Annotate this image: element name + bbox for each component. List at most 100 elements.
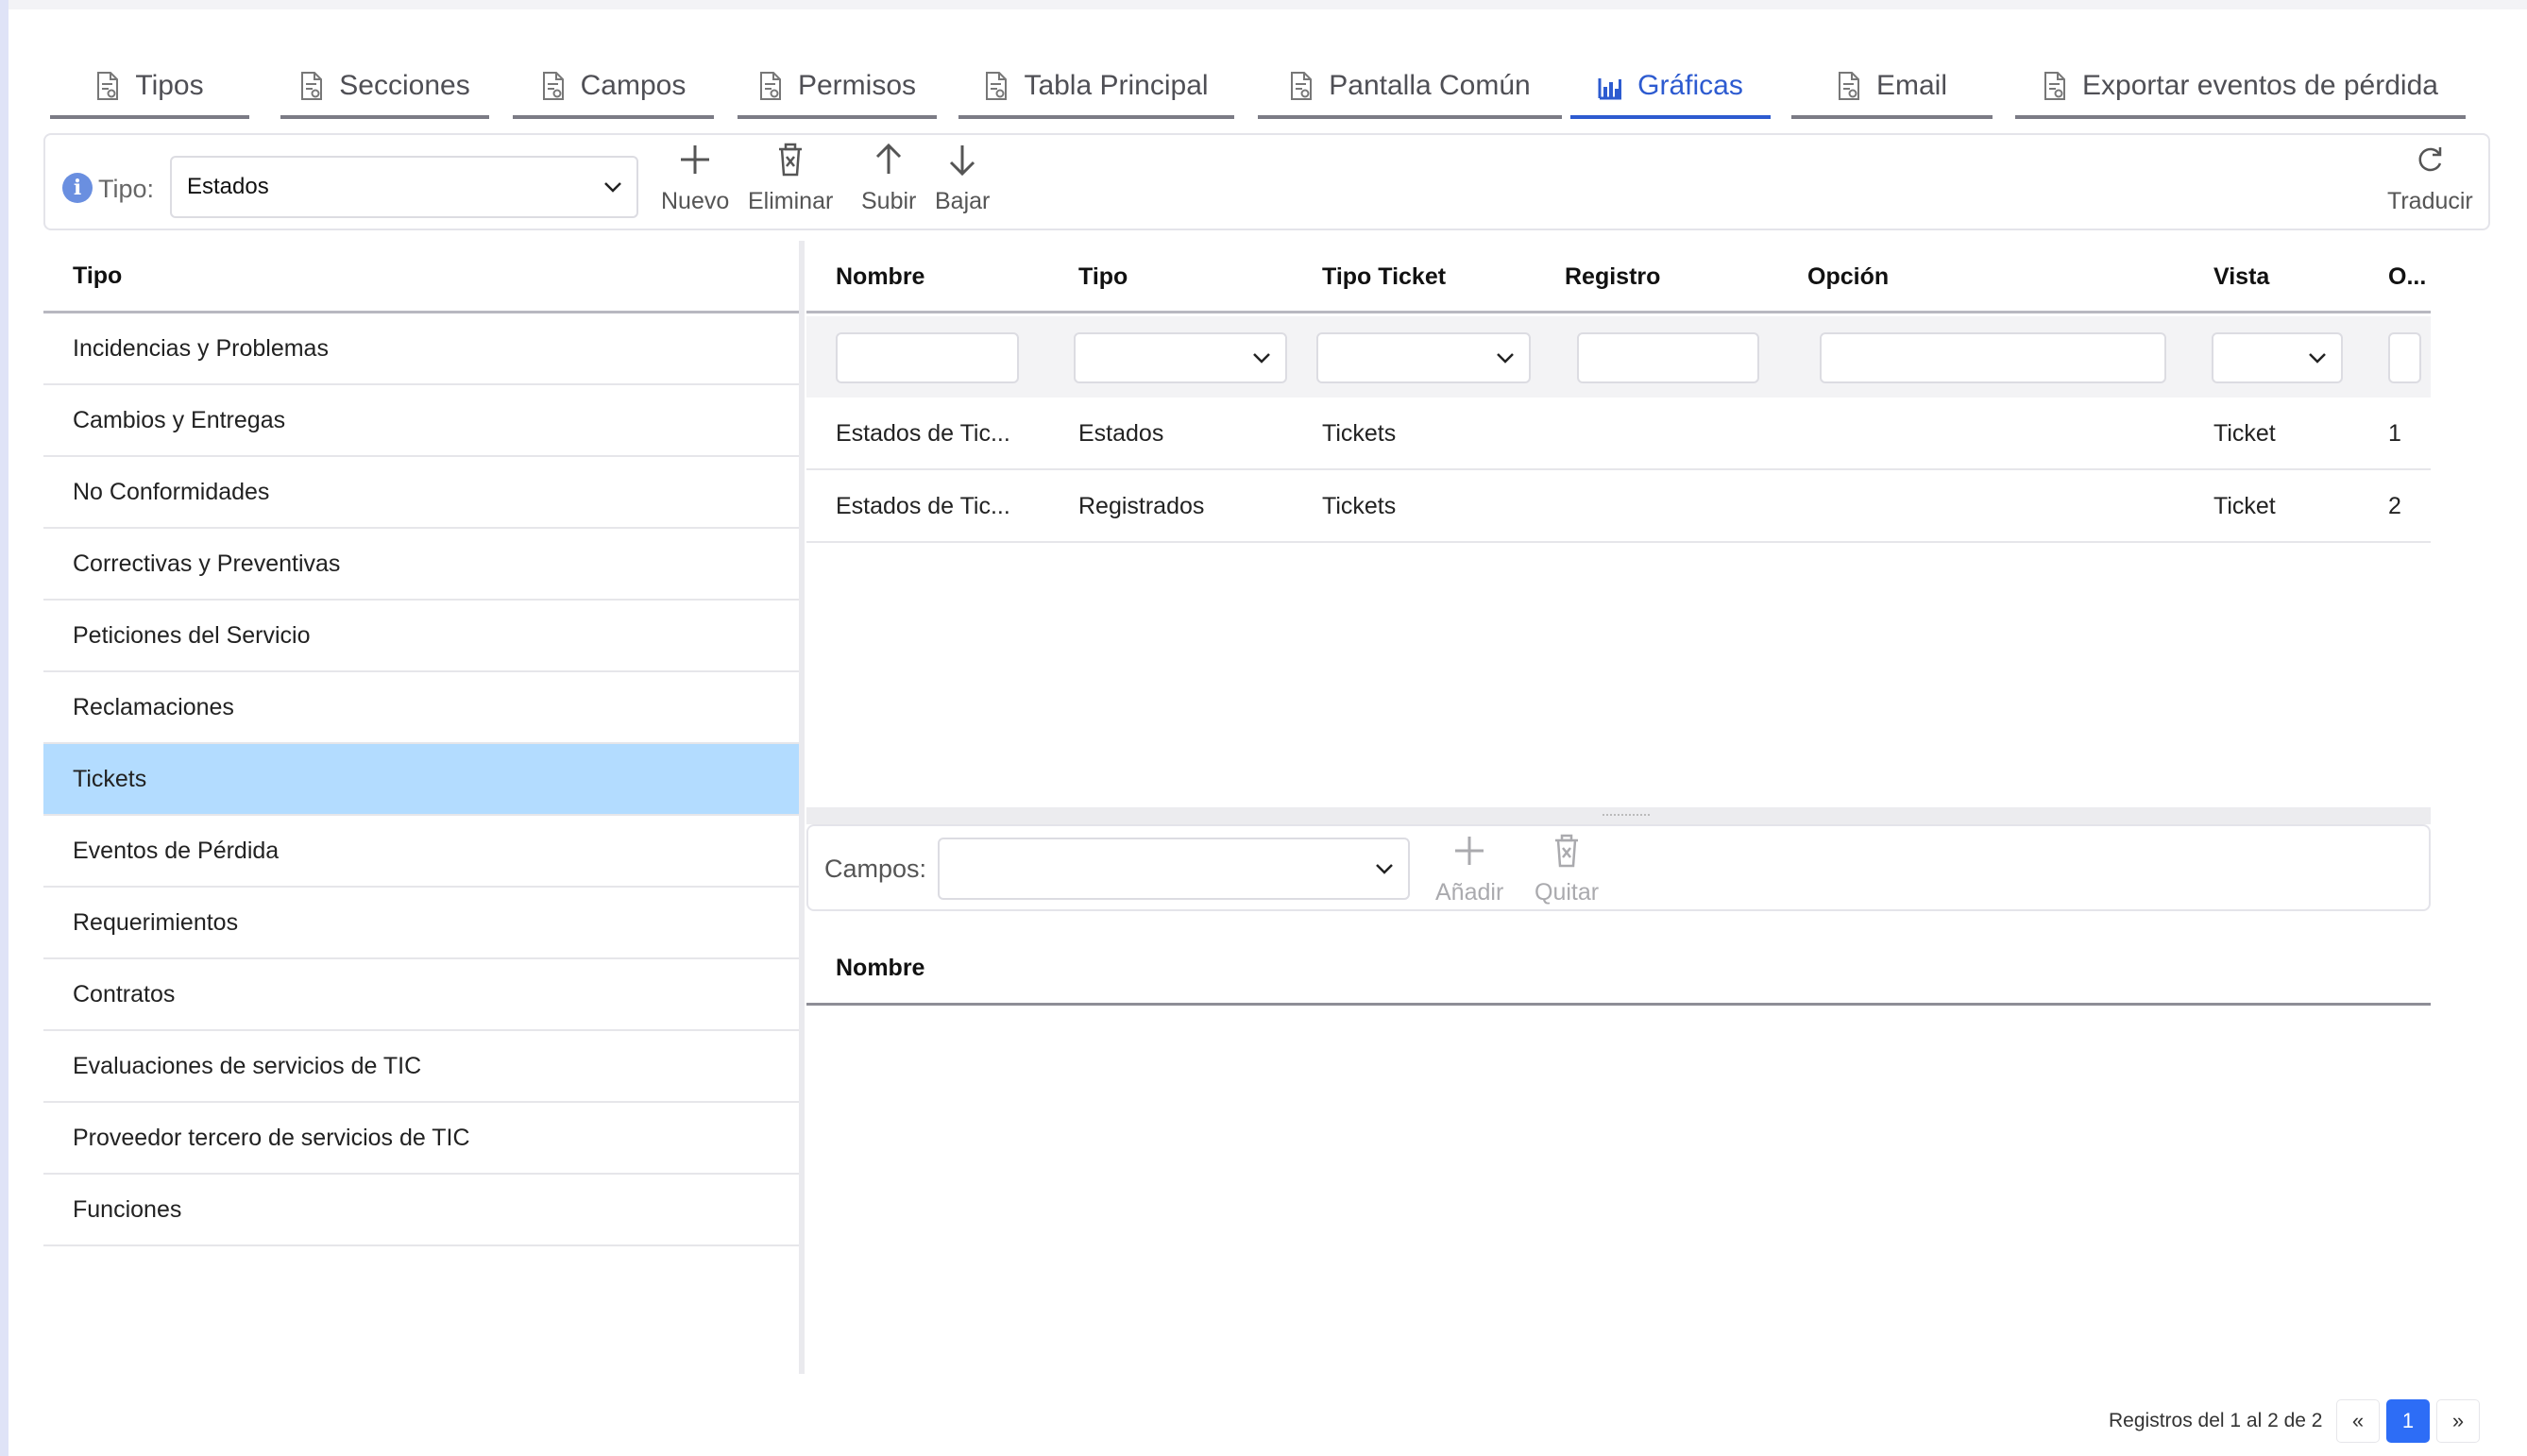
- table-row[interactable]: Estados de Tic... Registrados Tickets Ti…: [806, 470, 2431, 543]
- column-header-label: Tipo Ticket: [1322, 263, 1447, 290]
- filter-tipo-select[interactable]: [1074, 332, 1287, 383]
- list-item[interactable]: Peticiones del Servicio: [43, 601, 799, 672]
- list-item[interactable]: Evaluaciones de servicios de TIC: [43, 1031, 799, 1103]
- filter-vista-select[interactable]: [2212, 332, 2343, 383]
- tab-email[interactable]: Email: [1791, 57, 1993, 119]
- column-header-registro[interactable]: Registro: [1565, 241, 1660, 313]
- subir-button[interactable]: Subir: [861, 141, 916, 215]
- column-header-nombre[interactable]: Nombre: [806, 933, 2431, 1006]
- eliminar-label: Eliminar: [748, 188, 834, 214]
- arrow-up-icon: [870, 141, 907, 178]
- column-header-tipo-ticket[interactable]: Tipo Ticket: [1322, 241, 1446, 313]
- column-header-nombre[interactable]: Nombre: [836, 241, 924, 313]
- list-item-label: Proveedor tercero de servicios de TIC: [73, 1124, 470, 1151]
- tab-label: Exportar eventos de pérdida: [2082, 70, 2438, 101]
- list-item-label: Eventos de Pérdida: [73, 837, 280, 864]
- plus-icon: [1450, 832, 1488, 870]
- document-gear-icon: [299, 71, 324, 101]
- chevron-down-icon: [1253, 353, 1270, 364]
- splitter-grip: [1603, 814, 1650, 816]
- chevron-down-icon: [1376, 864, 1393, 874]
- list-item[interactable]: Contratos: [43, 959, 799, 1031]
- tab-pantalla-comun[interactable]: Pantalla Común: [1258, 57, 1562, 119]
- tab-permisos[interactable]: Permisos: [738, 57, 937, 119]
- document-gear-icon: [2043, 71, 2067, 101]
- tipo-list-panel: Tipo Incidencias y Problemas Cambios y E…: [43, 241, 799, 1374]
- horizontal-splitter[interactable]: [806, 807, 2431, 824]
- tipo-select[interactable]: Estados: [170, 156, 638, 218]
- tipo-header-label: Tipo: [73, 262, 123, 289]
- nuevo-button[interactable]: Nuevo: [661, 141, 729, 215]
- campos-select[interactable]: [938, 838, 1410, 900]
- list-item[interactable]: Funciones: [43, 1175, 799, 1246]
- nuevo-label: Nuevo: [661, 188, 730, 214]
- document-gear-icon: [758, 71, 783, 101]
- traducir-button[interactable]: Traducir: [2387, 141, 2473, 215]
- plus-icon: [676, 141, 714, 178]
- document-gear-icon: [95, 71, 120, 101]
- column-header-label: Tipo: [1078, 263, 1128, 290]
- column-header-vista[interactable]: Vista: [2213, 241, 2269, 313]
- tab-tabla-principal[interactable]: Tabla Principal: [958, 57, 1234, 119]
- list-item-label: Contratos: [73, 980, 176, 1007]
- pager-page-label: 1: [2401, 1409, 2415, 1432]
- pager-next-button[interactable]: »: [2436, 1399, 2480, 1443]
- list-item-label: Correctivas y Preventivas: [73, 550, 341, 577]
- pager-summary: Registros del 1 al 2 de 2: [2109, 1410, 2323, 1431]
- bajar-button[interactable]: Bajar: [935, 141, 990, 215]
- campos-grid: Nombre: [806, 933, 2431, 1374]
- filter-registro-input[interactable]: [1577, 332, 1759, 383]
- tipo-column-header[interactable]: Tipo: [43, 241, 799, 313]
- cell-tipo-ticket: Tickets: [1322, 493, 1397, 519]
- refresh-icon: [2411, 141, 2449, 178]
- list-item[interactable]: No Conformidades: [43, 457, 799, 529]
- tab-tipos[interactable]: Tipos: [50, 57, 249, 119]
- list-item[interactable]: Correctivas y Preventivas: [43, 529, 799, 601]
- column-header-opcion[interactable]: Opción: [1807, 241, 1889, 313]
- tab-label: Gráficas: [1637, 70, 1743, 101]
- bajar-label: Bajar: [935, 188, 991, 214]
- tab-graficas[interactable]: Gráficas: [1570, 57, 1771, 119]
- tab-label: Tipos: [135, 70, 204, 101]
- cell-tipo-ticket: Tickets: [1322, 420, 1397, 447]
- filter-tipo-ticket-select[interactable]: [1316, 332, 1531, 383]
- list-item[interactable]: Requerimientos: [43, 888, 799, 959]
- anadir-button[interactable]: Añadir: [1435, 832, 1503, 906]
- list-item-label: Requerimientos: [73, 908, 239, 936]
- tab-label: Secciones: [339, 70, 470, 101]
- list-item-selected[interactable]: Tickets: [43, 744, 799, 816]
- column-header-label: Nombre: [836, 263, 925, 290]
- filter-opcion-input[interactable]: [1820, 332, 2166, 383]
- quitar-button[interactable]: Quitar: [1535, 832, 1599, 906]
- document-gear-icon: [1837, 71, 1861, 101]
- list-item[interactable]: Eventos de Pérdida: [43, 816, 799, 888]
- filter-nombre-input[interactable]: [836, 332, 1019, 383]
- tab-secciones[interactable]: Secciones: [280, 57, 489, 119]
- list-item-label: Incidencias y Problemas: [73, 334, 329, 362]
- pager-prev-button[interactable]: «: [2336, 1399, 2380, 1443]
- tab-label: Email: [1875, 70, 1947, 101]
- list-item[interactable]: Incidencias y Problemas: [43, 313, 799, 385]
- list-item[interactable]: Reclamaciones: [43, 672, 799, 744]
- column-header-orden[interactable]: O...: [2388, 241, 2426, 313]
- pager-prev-label: «: [2351, 1409, 2365, 1432]
- table-row[interactable]: Estados de Tic... Estados Tickets Ticket…: [806, 398, 2431, 470]
- panel-resize-handle[interactable]: [799, 241, 805, 1374]
- list-item-label: Peticiones del Servicio: [73, 621, 311, 649]
- pager-next-label: »: [2451, 1409, 2465, 1432]
- campos-label: Campos:: [824, 855, 927, 883]
- tab-exportar-eventos[interactable]: Exportar eventos de pérdida: [2015, 57, 2466, 119]
- pager-page-button[interactable]: 1: [2386, 1399, 2430, 1443]
- list-item[interactable]: Cambios y Entregas: [43, 385, 799, 457]
- eliminar-button[interactable]: Eliminar: [748, 141, 833, 215]
- document-gear-icon: [984, 71, 1009, 101]
- info-icon[interactable]: i: [62, 173, 93, 203]
- document-gear-icon: [1289, 71, 1314, 101]
- cell-nombre: Estados de Tic...: [836, 493, 1010, 519]
- filter-orden-input[interactable]: [2388, 332, 2421, 383]
- anadir-label: Añadir: [1435, 879, 1504, 906]
- column-header-tipo[interactable]: Tipo: [1078, 241, 1128, 313]
- list-item[interactable]: Proveedor tercero de servicios de TIC: [43, 1103, 799, 1175]
- left-rail: [0, 0, 8, 1456]
- tab-campos[interactable]: Campos: [513, 57, 714, 119]
